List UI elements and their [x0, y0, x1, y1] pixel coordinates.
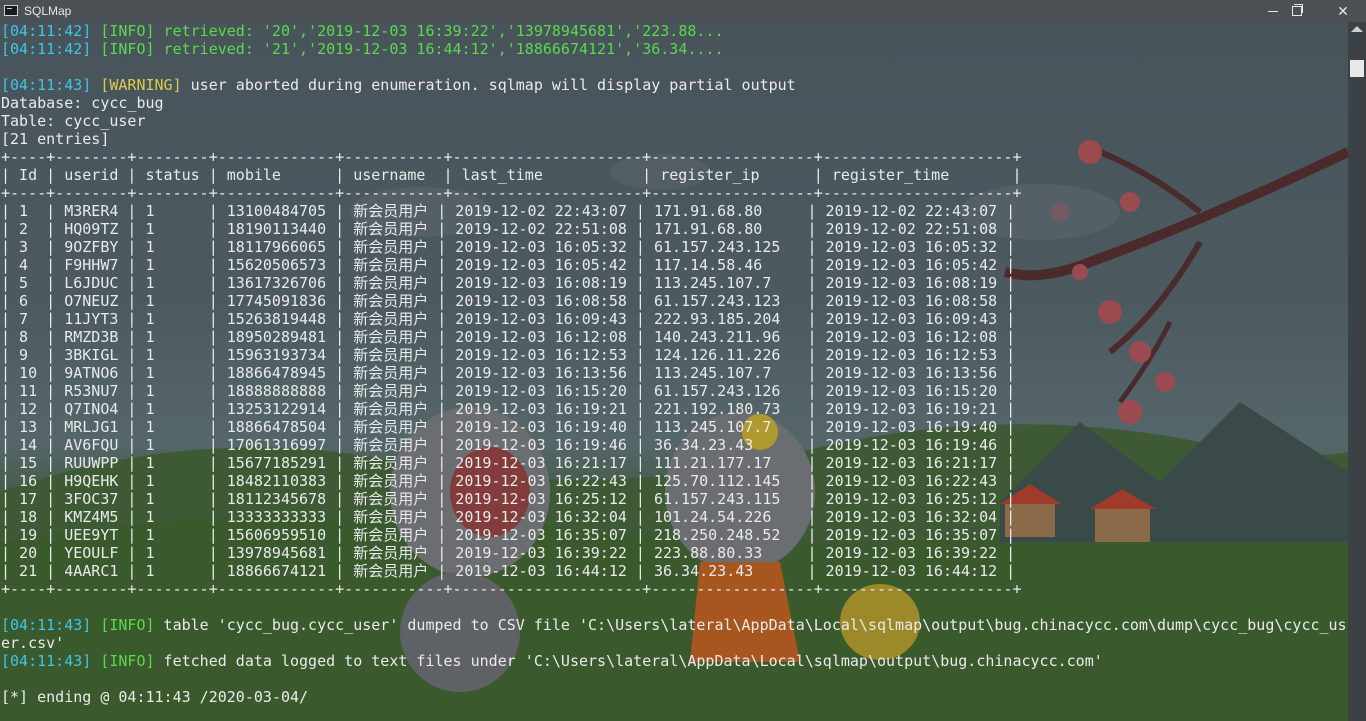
table-row: | 12 | Q7INO4 | 1 | 13253122914 | 新会员用户 … [1, 400, 1016, 418]
close-button[interactable]: ✕ [1320, 0, 1366, 22]
window-title: SQLMap [24, 4, 72, 18]
table-row: | 5 | L6JDUC | 1 | 13617326706 | 新会员用户 |… [1, 274, 1016, 292]
minimize-icon [1268, 11, 1278, 12]
title-bar: SQLMap ✕ [0, 0, 1366, 22]
table-border-mid: +----+--------+--------+-------------+--… [1, 184, 1022, 202]
table-row: | 13 | MRLJG1 | 1 | 18866478504 | 新会员用户 … [1, 418, 1016, 436]
table-row: | 15 | RUUWPP | 1 | 15677185291 | 新会员用户 … [1, 454, 1016, 472]
table-header-row: | Id | userid | status | mobile | userna… [1, 166, 1022, 184]
table-row: | 17 | 3FOC37 | 1 | 18112345678 | 新会员用户 … [1, 490, 1016, 508]
table-border-bottom: +----+--------+--------+-------------+--… [1, 580, 1022, 598]
database-line: Database: cycc_bug [1, 94, 164, 112]
table-row: | 2 | HQ09TZ | 1 | 18190113440 | 新会员用户 |… [1, 220, 1016, 238]
scrollbar[interactable] [1348, 22, 1366, 721]
table-row: | 7 | 11JYT3 | 1 | 15263819448 | 新会员用户 |… [1, 310, 1016, 328]
table-row: | 10 | 9ATNO6 | 1 | 18866478945 | 新会员用户 … [1, 364, 1016, 382]
table-row: | 11 | R53NU7 | 1 | 18888888888 | 新会员用户 … [1, 382, 1016, 400]
table-row: | 3 | 9OZFBY | 1 | 18117966065 | 新会员用户 |… [1, 238, 1016, 256]
console-window[interactable]: [04:11:42] [INFO] retrieved: '20','2019-… [0, 22, 1348, 721]
warning-line: [04:11:43] [WARNING] user aborted during… [1, 76, 796, 94]
table-row: | 1 | M3RER4 | 1 | 13100484705 | 新会员用户 |… [1, 202, 1016, 220]
ending-line: [*] ending @ 04:11:43 /2020-03-04/ [1, 688, 309, 706]
scrollbar-thumb[interactable] [1350, 60, 1364, 77]
log-line: [04:11:43] [INFO] table 'cycc_bug.cycc_u… [1, 616, 1347, 634]
log-line: [04:11:42] [INFO] retrieved: '21','2019-… [1, 40, 724, 58]
console-app-icon [4, 5, 18, 16]
table-row: | 14 | AV6FQU | 1 | 17061316997 | 新会员用户 … [1, 436, 1016, 454]
log-line-wrap: er.csv' [1, 634, 65, 652]
table-row: | 6 | O7NEUZ | 1 | 17745091836 | 新会员用户 |… [1, 292, 1016, 310]
table-row: | 18 | KMZ4M5 | 1 | 13333333333 | 新会员用户 … [1, 508, 1016, 526]
terminal-output: [04:11:42] [INFO] retrieved: '20','2019-… [0, 22, 1348, 721]
table-row: | 16 | H9QEHK | 1 | 18482110383 | 新会员用户 … [1, 472, 1016, 490]
table-row: | 21 | 4AARC1 | 1 | 18866674121 | 新会员用户 … [1, 562, 1016, 580]
table-border-top: +----+--------+--------+-------------+--… [1, 148, 1022, 166]
log-line: [04:11:43] [INFO] fetched data logged to… [1, 652, 1103, 670]
table-name-line: Table: cycc_user [1, 112, 146, 130]
entries-count-line: [21 entries] [1, 130, 110, 148]
scroll-up-arrow-icon[interactable] [1351, 26, 1363, 32]
log-line: [04:11:42] [INFO] retrieved: '20','2019-… [1, 22, 724, 40]
table-row: | 9 | 3BKIGL | 1 | 15963193734 | 新会员用户 |… [1, 346, 1016, 364]
table-row: | 20 | YEOULF | 1 | 13978945681 | 新会员用户 … [1, 544, 1016, 562]
table-row: | 4 | F9HHW7 | 1 | 15620506573 | 新会员用户 |… [1, 256, 1016, 274]
close-icon: ✕ [1337, 3, 1349, 19]
restore-back-icon [1294, 4, 1303, 13]
table-row: | 19 | UEE9YT | 1 | 15606959510 | 新会员用户 … [1, 526, 1016, 544]
table-row: | 8 | RMZD3B | 1 | 18950289481 | 新会员用户 |… [1, 328, 1016, 346]
maximize-button[interactable] [1284, 0, 1308, 22]
